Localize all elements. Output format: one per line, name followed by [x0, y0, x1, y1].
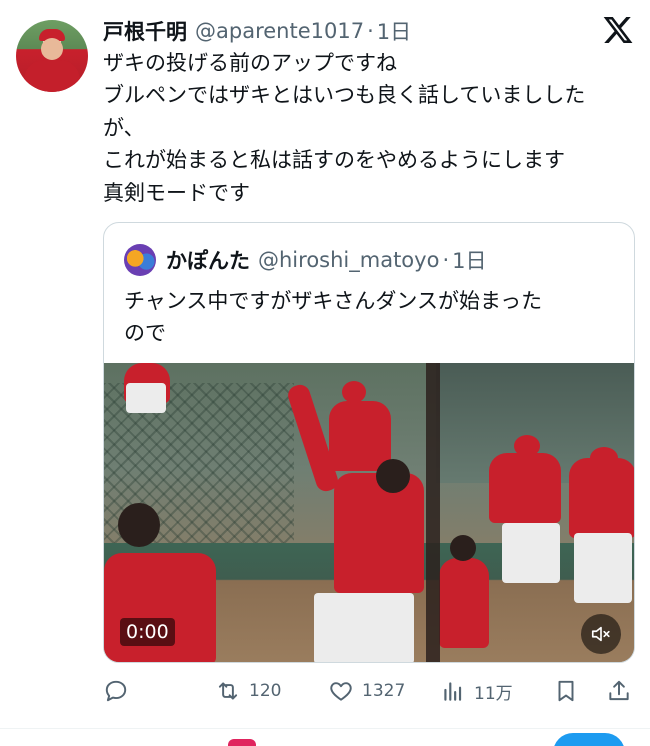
reply-icon: [105, 680, 127, 702]
quote-avatar[interactable]: [124, 244, 156, 276]
video-figure: [126, 383, 166, 413]
quote-author-name[interactable]: かぽんた: [166, 245, 250, 275]
retweet-icon: [218, 682, 238, 700]
tweet-header: 戸根千明 @aparente1017 · 1日: [103, 16, 411, 46]
video-figure: [334, 473, 424, 593]
mute-button[interactable]: [581, 614, 621, 654]
video-time-badge: 0:00: [120, 618, 175, 646]
like-count: 1327: [362, 681, 406, 701]
video-figure: [569, 458, 634, 538]
x-logo-icon[interactable]: [602, 14, 634, 46]
author-handle[interactable]: @aparente1017: [195, 19, 364, 43]
mute-icon: [591, 626, 610, 642]
video-player[interactable]: 0:00: [104, 363, 634, 662]
next-item-peek: [228, 739, 256, 746]
author-avatar[interactable]: [16, 20, 88, 92]
quoted-tweet[interactable]: かぽんた @hiroshi_matoyo · 1日 チャンス中ですがザキさんダン…: [103, 222, 635, 663]
tweet-line: が、: [103, 115, 145, 140]
avatar-face: [41, 38, 63, 60]
video-figure: [514, 435, 540, 457]
video-figure: [104, 553, 216, 662]
video-figure: [489, 453, 561, 523]
compose-button[interactable]: [553, 733, 625, 746]
action-bar: 120 1327 11万: [103, 676, 635, 706]
bookmark-button[interactable]: [553, 676, 579, 706]
tweet-line: ブルペンではザキとはいつも良く話していましした: [103, 83, 586, 108]
views-icon: [444, 682, 462, 701]
views-count: 11万: [474, 683, 513, 704]
video-figure: [329, 401, 391, 471]
video-figure: [314, 593, 414, 662]
tweet-time[interactable]: 1日: [377, 16, 411, 46]
quote-author-handle[interactable]: @hiroshi_matoyo: [258, 248, 439, 272]
quote-line: チャンス中ですがザキさんダンスが始まった: [124, 289, 543, 313]
video-figure: [590, 447, 618, 469]
bookmark-icon: [558, 680, 574, 702]
like-button[interactable]: 1327: [328, 676, 405, 706]
video-figure: [502, 523, 560, 583]
quote-header: かぽんた @hiroshi_matoyo · 1日: [124, 244, 487, 276]
video-figure: [376, 459, 410, 493]
quote-text: チャンス中ですがザキさんダンスが始まった ので: [124, 285, 624, 350]
header-separator: ·: [367, 19, 374, 43]
quote-time[interactable]: 1日: [452, 245, 486, 275]
author-name[interactable]: 戸根千明: [103, 16, 187, 46]
avatar-jersey: [24, 60, 80, 92]
video-figure: [450, 535, 476, 561]
video-figure: [574, 533, 632, 603]
tweet-line: これが始まると私は話すのをやめるようにします: [103, 148, 565, 173]
quote-header-separator: ·: [442, 248, 450, 272]
tweet-text: ザキの投げる前のアップですね ブルペンではザキとはいつも良く話していましした が…: [103, 47, 633, 209]
tweet-line: ザキの投げる前のアップですね: [103, 51, 397, 75]
divider: [0, 728, 650, 729]
share-icon: [609, 680, 629, 701]
video-figure: [118, 503, 160, 547]
retweet-button[interactable]: 120: [215, 676, 281, 706]
video-figure: [439, 558, 489, 648]
reply-button[interactable]: [103, 676, 137, 706]
views-button[interactable]: 11万: [440, 676, 513, 706]
video-pole: [426, 363, 440, 662]
heart-icon: [330, 682, 352, 701]
quote-line: ので: [124, 321, 166, 346]
share-button[interactable]: [606, 676, 632, 706]
tweet-line: 真剣モードです: [103, 180, 250, 205]
video-figure: [342, 381, 366, 403]
retweet-count: 120: [249, 681, 282, 701]
